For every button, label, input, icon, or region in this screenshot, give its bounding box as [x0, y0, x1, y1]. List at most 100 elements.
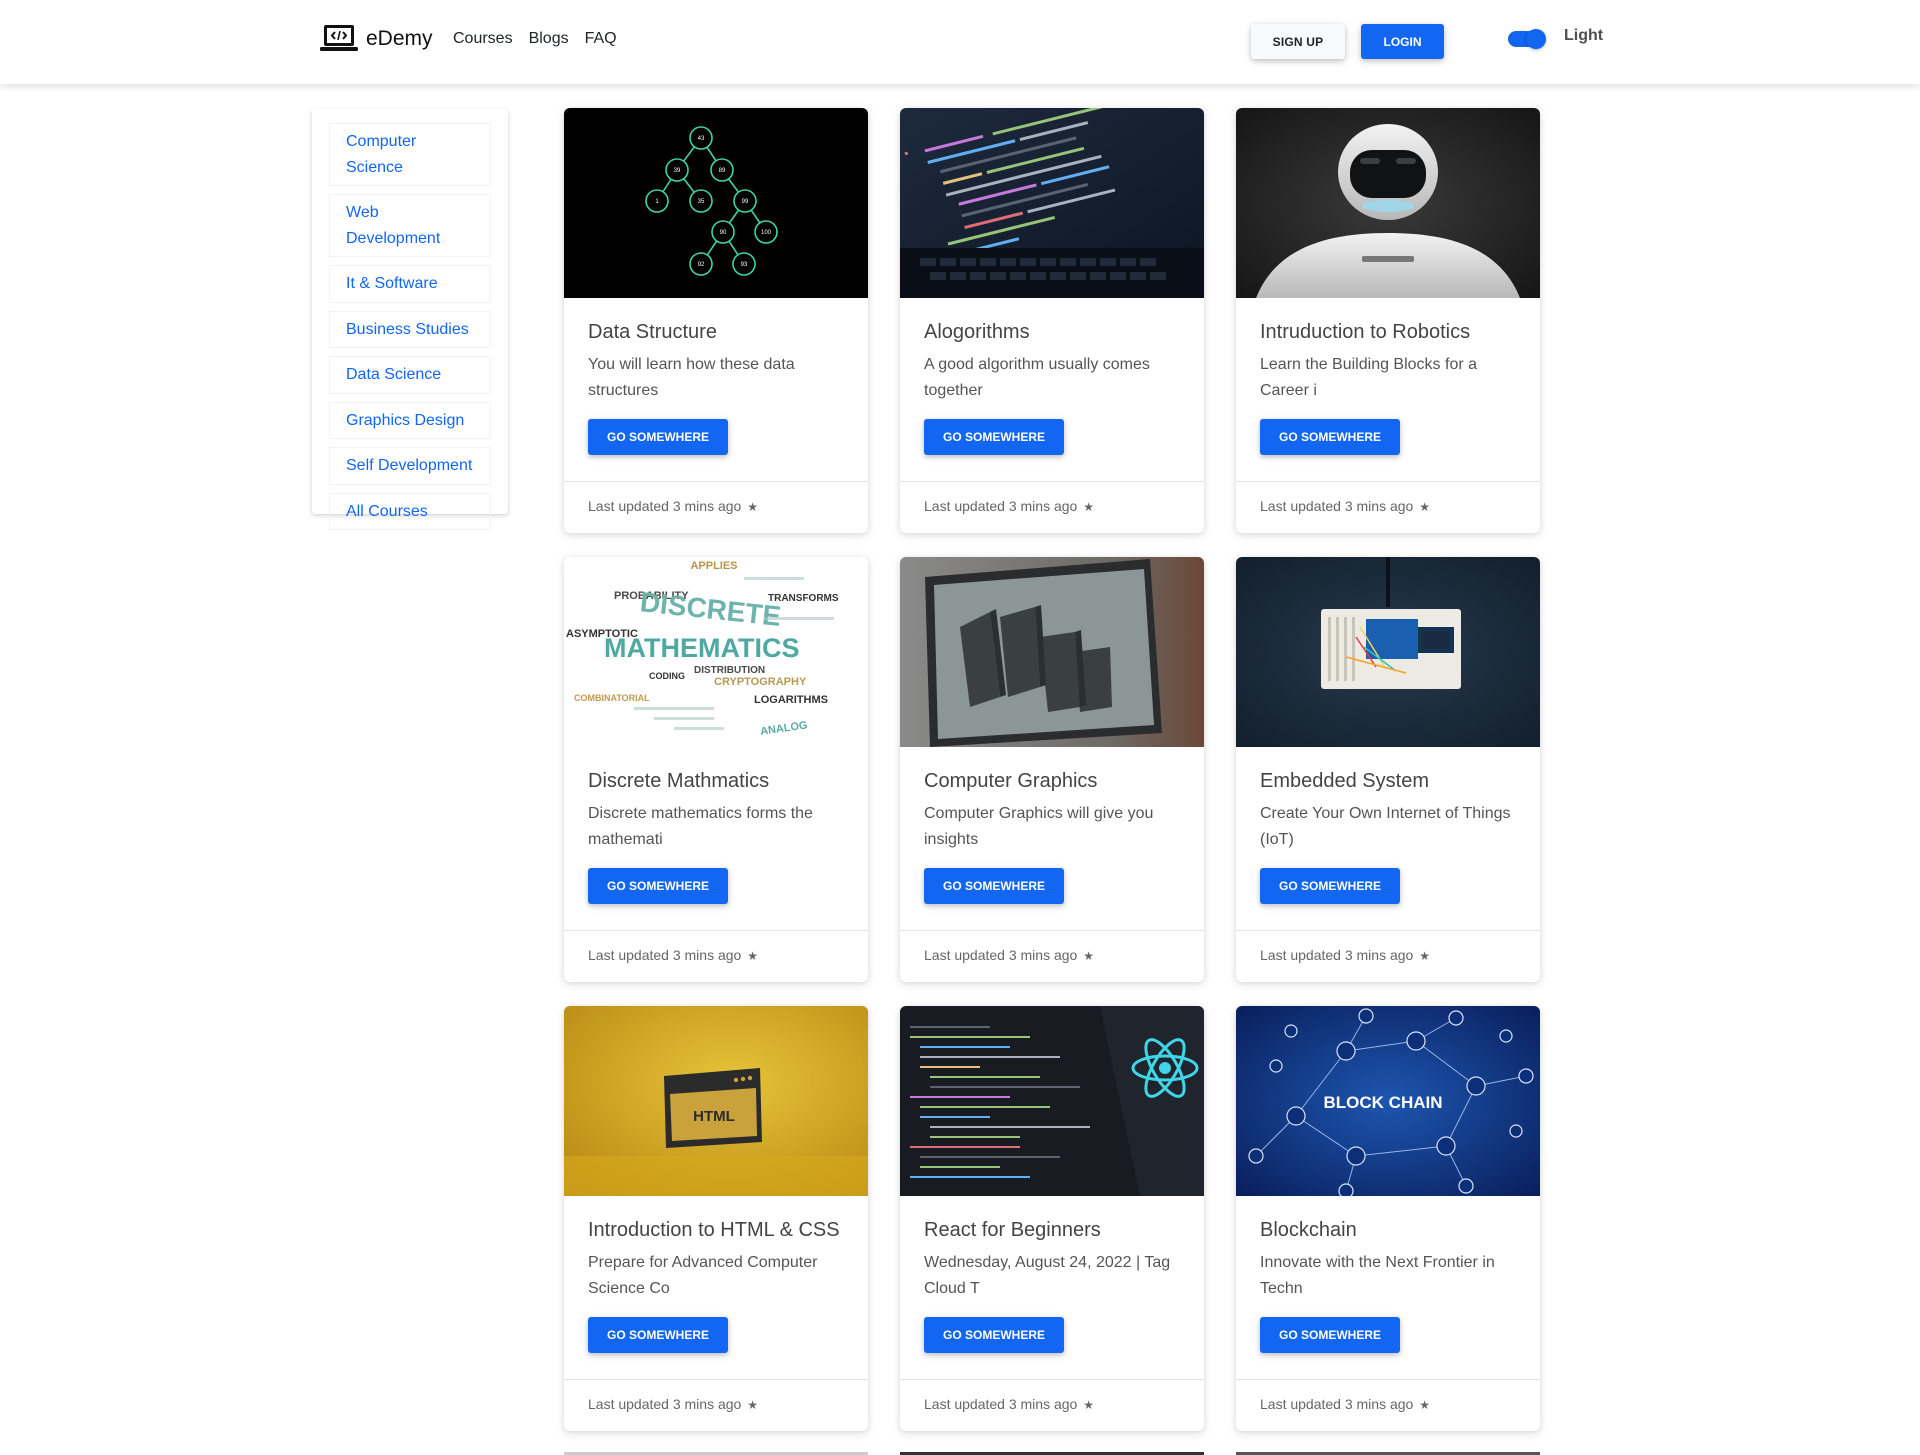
code-laptop-image[interactable]: [900, 108, 1204, 298]
svg-text:100: 100: [761, 230, 772, 236]
category-list: Computer Science Web Development It & So…: [312, 109, 508, 530]
star-icon: ★: [747, 500, 758, 514]
course-card: Intruduction to Robotics Learn the Build…: [1236, 108, 1540, 533]
svg-text:COMBINATORIAL: COMBINATORIAL: [574, 693, 650, 703]
svg-text:93: 93: [741, 262, 748, 268]
card-footer: Last updated 3 mins ago ★: [1236, 1379, 1540, 1431]
card-text: Wednesday, August 24, 2022 | Tag Cloud T: [924, 1254, 1171, 1297]
card-text: A good algorithm usually comes together: [924, 356, 1150, 399]
star-icon: ★: [1083, 1398, 1094, 1412]
card-title: Data Structure: [588, 321, 717, 343]
card-footer: Last updated 3 mins ago ★: [900, 481, 1204, 533]
svg-text:CODING: CODING: [649, 671, 685, 681]
category-sidebar: Computer Science Web Development It & So…: [312, 109, 508, 530]
card-body: Data Structure You will learn how these …: [564, 298, 868, 482]
course-card: Alogorithms A good algorithm usually com…: [900, 108, 1204, 533]
svg-text:BLOCK CHAIN: BLOCK CHAIN: [1324, 1093, 1443, 1112]
go-somewhere-button[interactable]: GO SOMEWHERE: [924, 868, 1064, 904]
sidebar-item-all-courses[interactable]: All Courses: [329, 492, 491, 530]
svg-text:APPLIES: APPLIES: [690, 560, 737, 572]
card-footer: Last updated 3 mins ago ★: [564, 930, 868, 982]
star-icon: ★: [747, 949, 758, 963]
card-body: React for Beginners Wednesday, August 24…: [900, 1196, 1204, 1380]
svg-text:HTML: HTML: [693, 1108, 735, 1125]
main-nav: Courses Blogs FAQ: [453, 30, 617, 48]
card-body: Blockchain Innovate with the Next Fronti…: [1236, 1196, 1540, 1380]
signup-button[interactable]: SIGN UP: [1251, 24, 1345, 59]
svg-text:99: 99: [742, 199, 749, 205]
card-text: Innovate with the Next Frontier in Techn: [1260, 1254, 1495, 1297]
last-updated-text: Last updated 3 mins ago: [588, 947, 742, 963]
sidebar-item-computer-science[interactable]: Computer Science: [329, 123, 491, 186]
binary-tree-image[interactable]: 43 39 89 1 35 99 90 100 92 93: [564, 108, 868, 298]
html-window-image[interactable]: HTML: [564, 1006, 868, 1196]
go-somewhere-button[interactable]: GO SOMEWHERE: [1260, 419, 1400, 455]
card-title: Alogorithms: [924, 321, 1030, 343]
card-text: Discrete mathematics forms the mathemati: [588, 805, 813, 848]
login-button[interactable]: LOGIN: [1361, 24, 1444, 59]
card-title: Embedded System: [1260, 770, 1429, 792]
card-footer: Last updated 3 mins ago ★: [564, 1379, 868, 1431]
card-title: Intruduction to Robotics: [1260, 321, 1471, 343]
star-icon: ★: [1083, 500, 1094, 514]
brand[interactable]: eDemy: [320, 24, 433, 53]
star-icon: ★: [1419, 1398, 1430, 1412]
svg-text:90: 90: [720, 230, 727, 236]
3d-monitor-image[interactable]: [900, 557, 1204, 747]
course-card: Embedded System Create Your Own Internet…: [1236, 557, 1540, 982]
course-card: React for Beginners Wednesday, August 24…: [900, 1006, 1204, 1431]
go-somewhere-button[interactable]: GO SOMEWHERE: [924, 419, 1064, 455]
sidebar-item-business-studies[interactable]: Business Studies: [329, 310, 491, 348]
robot-image[interactable]: [1236, 108, 1540, 298]
sidebar-item-it-software[interactable]: It & Software: [329, 265, 491, 303]
card-body: Intruduction to Robotics Learn the Build…: [1236, 298, 1540, 482]
last-updated-text: Last updated 3 mins ago: [1260, 947, 1414, 963]
card-body: Discrete Mathmatics Discrete mathematics…: [564, 747, 868, 931]
svg-text:43: 43: [698, 136, 705, 142]
nav-link-blogs[interactable]: Blogs: [529, 30, 569, 48]
word-cloud-image[interactable]: APPLIES PROBABILITY DISCRETE ASYMPTOTIC …: [564, 557, 868, 747]
nav-link-courses[interactable]: Courses: [453, 30, 513, 48]
card-footer: Last updated 3 mins ago ★: [900, 930, 1204, 982]
card-title: Introduction to HTML & CSS: [588, 1219, 840, 1241]
card-footer: Last updated 3 mins ago ★: [1236, 481, 1540, 533]
card-footer: Last updated 3 mins ago ★: [1236, 930, 1540, 982]
svg-text:LOGARITHMS: LOGARITHMS: [754, 694, 828, 706]
card-body: Computer Graphics Computer Graphics will…: [900, 747, 1204, 931]
course-card: APPLIES PROBABILITY DISCRETE ASYMPTOTIC …: [564, 557, 868, 982]
theme-toggle[interactable]: [1508, 29, 1546, 49]
blockchain-network-image[interactable]: BLOCK CHAIN: [1236, 1006, 1540, 1196]
navbar: eDemy Courses Blogs FAQ SIGN UP LOGIN Li…: [0, 0, 1920, 84]
last-updated-text: Last updated 3 mins ago: [924, 1396, 1078, 1412]
sidebar-item-self-development[interactable]: Self Development: [329, 447, 491, 485]
last-updated-text: Last updated 3 mins ago: [924, 947, 1078, 963]
go-somewhere-button[interactable]: GO SOMEWHERE: [1260, 868, 1400, 904]
star-icon: ★: [1419, 949, 1430, 963]
nav-link-faq[interactable]: FAQ: [585, 30, 617, 48]
card-footer: Last updated 3 mins ago ★: [900, 1379, 1204, 1431]
svg-text:TRANSFORMS: TRANSFORMS: [768, 593, 839, 604]
sidebar-item-web-development[interactable]: Web Development: [329, 194, 491, 257]
star-icon: ★: [1083, 949, 1094, 963]
go-somewhere-button[interactable]: GO SOMEWHERE: [924, 1317, 1064, 1353]
svg-text:CRYPTOGRAPHY: CRYPTOGRAPHY: [714, 676, 807, 688]
go-somewhere-button[interactable]: GO SOMEWHERE: [588, 419, 728, 455]
go-somewhere-button[interactable]: GO SOMEWHERE: [1260, 1317, 1400, 1353]
sidebar-item-data-science[interactable]: Data Science: [329, 356, 491, 394]
go-somewhere-button[interactable]: GO SOMEWHERE: [588, 1317, 728, 1353]
svg-text:35: 35: [698, 199, 705, 205]
brand-name: eDemy: [366, 26, 433, 50]
card-text: You will learn how these data structures: [588, 356, 795, 399]
course-grid: 43 39 89 1 35 99 90 100 92 93 Data Struc…: [564, 108, 1540, 1431]
card-text: Create Your Own Internet of Things (IoT): [1260, 805, 1511, 848]
breadboard-image[interactable]: [1236, 557, 1540, 747]
svg-text:DISTRIBUTION: DISTRIBUTION: [694, 665, 765, 676]
react-code-image[interactable]: [900, 1006, 1204, 1196]
card-body: Introduction to HTML & CSS Prepare for A…: [564, 1196, 868, 1380]
course-card: Computer Graphics Computer Graphics will…: [900, 557, 1204, 982]
sidebar-item-graphics-design[interactable]: Graphics Design: [329, 401, 491, 439]
card-footer: Last updated 3 mins ago ★: [564, 481, 868, 533]
last-updated-text: Last updated 3 mins ago: [1260, 1396, 1414, 1412]
go-somewhere-button[interactable]: GO SOMEWHERE: [588, 868, 728, 904]
course-card: BLOCK CHAIN Blockchain Innovate with the…: [1236, 1006, 1540, 1431]
